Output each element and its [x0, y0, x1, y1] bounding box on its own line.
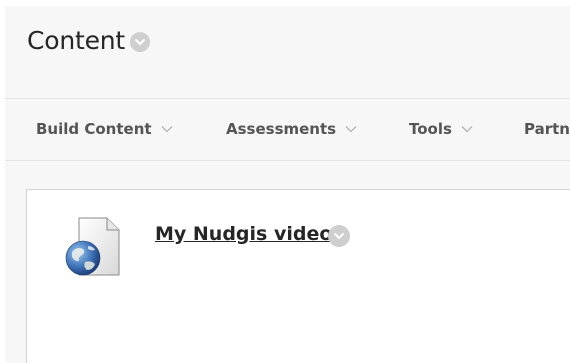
chevron-down-icon [345, 126, 357, 133]
partner-content-menu[interactable]: Partn [524, 119, 570, 139]
page-title: Content [27, 26, 126, 55]
chevron-down-icon [161, 126, 173, 133]
assessments-label: Assessments [226, 120, 337, 138]
partner-content-label: Partn [524, 120, 570, 138]
page-title-options-button[interactable] [130, 32, 150, 52]
web-link-globe-icon [65, 217, 120, 276]
chevron-down-icon [135, 39, 145, 45]
divider [5, 160, 570, 161]
page-header: Content [5, 6, 570, 98]
content-item-options-button[interactable] [328, 225, 350, 247]
build-content-menu[interactable]: Build Content [36, 119, 173, 139]
build-content-label: Build Content [36, 120, 152, 138]
tools-label: Tools [409, 120, 452, 138]
page: Content Build Content Assessments Tools … [0, 0, 570, 363]
assessments-menu[interactable]: Assessments [226, 119, 357, 139]
tools-menu[interactable]: Tools [409, 119, 473, 139]
chevron-down-icon [334, 233, 344, 239]
chevron-down-icon [461, 126, 473, 133]
action-bar: Build Content Assessments Tools Partn [5, 99, 570, 160]
content-item-title-link[interactable]: My Nudgis video [155, 223, 332, 245]
content-item: My Nudgis video [26, 189, 570, 363]
content-area: Content Build Content Assessments Tools … [5, 6, 570, 363]
